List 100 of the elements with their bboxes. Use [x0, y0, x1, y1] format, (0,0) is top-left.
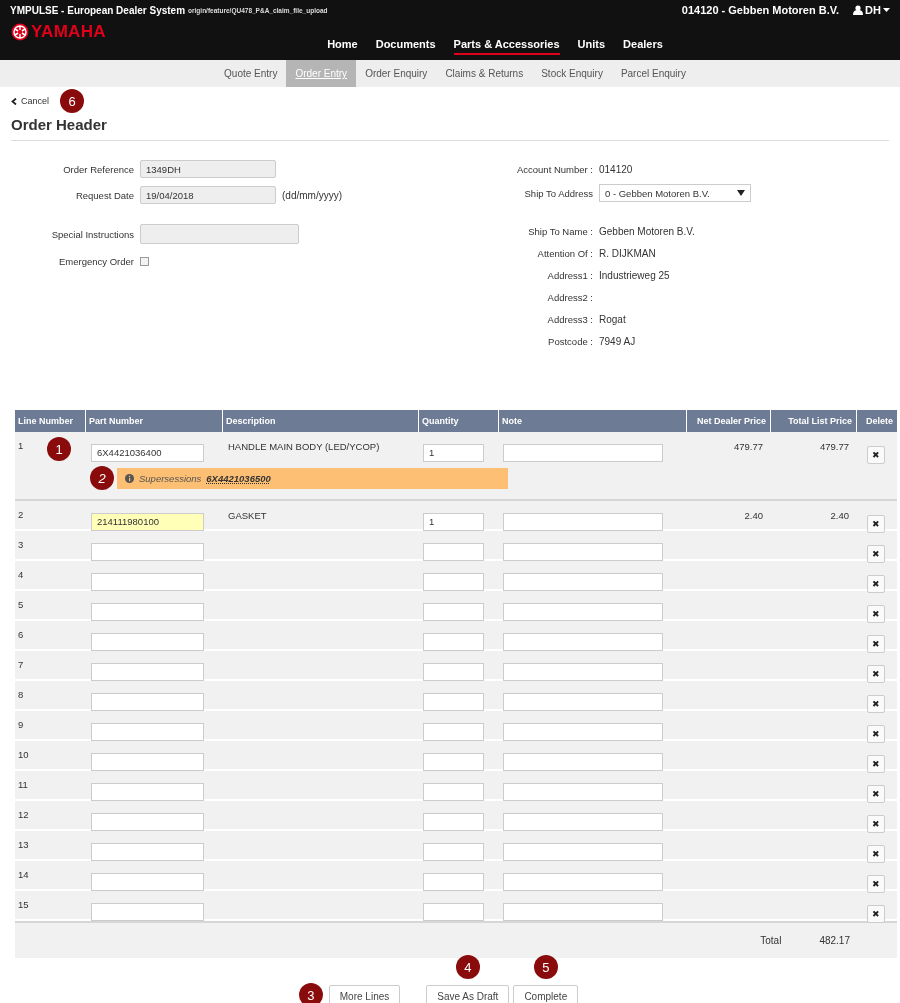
nav-tab[interactable]: Units [568, 34, 615, 55]
quantity-field[interactable] [423, 663, 484, 681]
list-price: 479.77 [819, 441, 849, 452]
note-field[interactable] [503, 633, 663, 651]
part-number-field[interactable] [91, 843, 204, 861]
note-field[interactable] [503, 603, 663, 621]
total-value: 482.17 [819, 935, 850, 946]
part-number-field[interactable] [91, 573, 204, 591]
note-field[interactable] [503, 723, 663, 741]
format-hint: (dd/mm/yyyy) [282, 189, 342, 201]
nav-tab[interactable]: Dealers [614, 34, 672, 55]
nav-tab[interactable]: Parts & Accessories [444, 34, 569, 55]
note-field[interactable] [503, 543, 663, 561]
note-field[interactable] [503, 843, 663, 861]
note-field[interactable] [503, 663, 663, 681]
quantity-field[interactable] [423, 633, 484, 651]
action-button[interactable]: Save As Draft [426, 985, 510, 1003]
callout-badge: 3 [298, 983, 323, 1003]
delete-button[interactable]: ✖ [867, 845, 885, 863]
sub-tab[interactable]: Stock Enquiry [532, 60, 612, 87]
quantity-field[interactable] [423, 693, 484, 711]
note-field[interactable] [503, 903, 663, 921]
part-number-field[interactable] [91, 603, 204, 621]
dealer-account: 014120 - Gebben Motoren B.V. [681, 4, 840, 16]
quantity-field[interactable] [423, 783, 484, 801]
delete-button[interactable]: ✖ [867, 785, 885, 803]
delete-button[interactable]: ✖ [867, 905, 885, 923]
note-field[interactable] [503, 873, 663, 891]
delete-button[interactable]: ✖ [867, 815, 885, 833]
field-label: Account Number : [515, 163, 593, 175]
quantity-field[interactable] [423, 573, 484, 591]
cancel-link[interactable]: Cancel [11, 96, 49, 106]
quantity-field[interactable] [423, 603, 484, 621]
action-button[interactable]: More Lines [328, 985, 401, 1003]
line-number: 15 [18, 899, 29, 910]
quantity-field[interactable] [423, 753, 484, 771]
delete-button[interactable]: ✖ [867, 545, 885, 563]
sub-tab[interactable]: Quote Entry [215, 60, 287, 87]
field-label: Attention Of : [536, 247, 593, 259]
part-number-field[interactable] [91, 903, 204, 921]
note-field[interactable] [503, 783, 663, 801]
part-number-field[interactable] [91, 753, 204, 771]
note-field[interactable] [503, 573, 663, 591]
part-number-field[interactable] [91, 723, 204, 741]
part-number-field[interactable] [91, 633, 204, 651]
field-value: Gebben Motoren B.V. [599, 225, 695, 237]
delete-button[interactable]: ✖ [867, 875, 885, 893]
quantity-field[interactable]: 1 [423, 444, 484, 462]
address-dropdown[interactable]: 0 - Gebben Motoren B.V. [599, 184, 751, 202]
user-menu[interactable]: DH [853, 4, 890, 16]
info-icon [125, 474, 134, 483]
checkbox[interactable] [140, 256, 149, 266]
field-label: Request Date [74, 189, 134, 201]
quantity-field[interactable] [423, 843, 484, 861]
input-field[interactable] [140, 224, 299, 244]
part-number-field[interactable] [91, 693, 204, 711]
quantity-field[interactable]: 1 [423, 513, 484, 531]
quantity-field[interactable] [423, 723, 484, 741]
quantity-field[interactable] [423, 543, 484, 561]
part-number-field[interactable] [91, 663, 204, 681]
quantity-field[interactable] [423, 813, 484, 831]
delete-button[interactable]: ✖ [867, 695, 885, 713]
part-number-field[interactable] [91, 873, 204, 891]
field-label: Postcode : [547, 335, 593, 347]
note-field[interactable] [503, 753, 663, 771]
action-button[interactable]: Complete [513, 985, 579, 1003]
part-number-field[interactable]: 214111980100 [91, 513, 204, 531]
delete-button[interactable]: ✖ [867, 515, 885, 533]
callout-badge: 6 [60, 89, 84, 113]
line-number: 8 [18, 689, 24, 700]
line-number: 12 [18, 809, 29, 820]
part-number-field[interactable]: 6X4421036400 [91, 444, 204, 462]
delete-button[interactable]: ✖ [867, 605, 885, 623]
callout-badge: 4 [455, 955, 480, 979]
notice-text: Supersessions [139, 473, 202, 484]
nav-tab[interactable]: Home [318, 34, 367, 55]
part-number-field[interactable] [91, 783, 204, 801]
quantity-field[interactable] [423, 903, 484, 921]
sub-tab[interactable]: Order Enquiry [356, 60, 437, 87]
sub-tab[interactable]: Parcel Enquiry [611, 60, 695, 87]
part-link[interactable]: 6X4421036500 [206, 473, 271, 484]
note-field[interactable] [503, 693, 663, 711]
field-label: Order Reference [62, 163, 134, 175]
delete-button[interactable]: ✖ [867, 635, 885, 653]
part-number-field[interactable] [91, 543, 204, 561]
delete-button[interactable]: ✖ [867, 665, 885, 683]
quantity-field[interactable] [423, 873, 484, 891]
sub-tab[interactable]: Claims & Returns [436, 60, 533, 87]
note-field[interactable] [503, 444, 663, 462]
part-number-field[interactable] [91, 813, 204, 831]
delete-button[interactable]: ✖ [867, 755, 885, 773]
delete-button[interactable]: ✖ [867, 725, 885, 743]
delete-button[interactable]: ✖ [867, 446, 885, 464]
caret-icon [883, 8, 890, 12]
note-field[interactable] [503, 513, 663, 531]
note-field[interactable] [503, 813, 663, 831]
input-field[interactable]: 19/04/2018 [140, 186, 276, 204]
delete-button[interactable]: ✖ [867, 575, 885, 593]
nav-tab[interactable]: Documents [366, 34, 445, 55]
input-field[interactable]: 1349DH [140, 160, 276, 178]
